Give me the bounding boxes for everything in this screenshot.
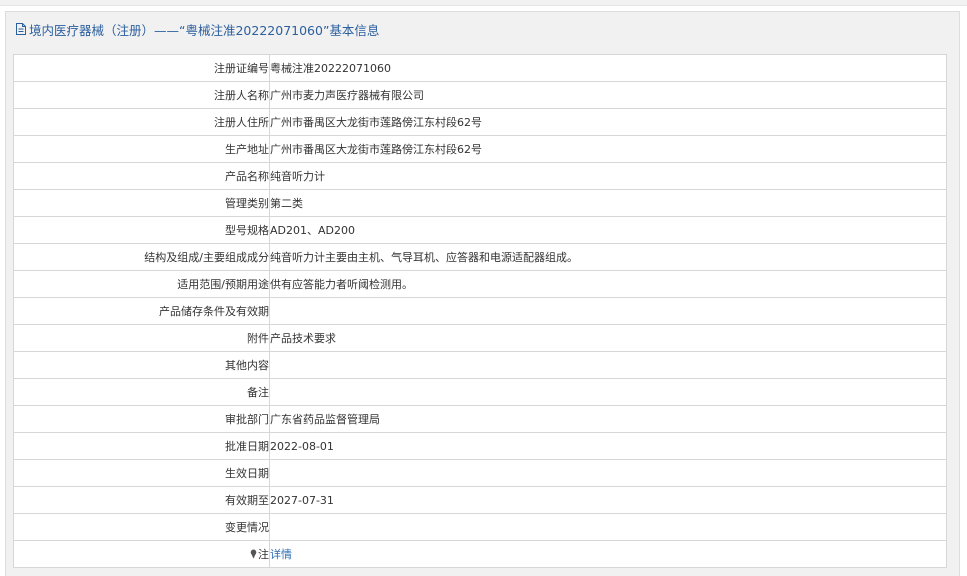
table-row: 管理类别 第二类 <box>13 189 947 217</box>
info-table: 注册证编号 粤械注准20222071060 注册人名称 广州市麦力声医疗器械有限公司注… <box>13 54 947 568</box>
row-label: 变更情况 <box>13 513 270 541</box>
row-label: 注册证编号 <box>13 54 270 82</box>
table-row: 批准日期 2022-08-01 <box>13 432 947 460</box>
row-value: AD201、AD200 <box>269 216 947 244</box>
row-label: 备注 <box>13 378 270 406</box>
row-value <box>269 378 947 406</box>
table-row: 审批部门 广东省药品监督管理局 <box>13 405 947 433</box>
row-value: 广州市麦力声医疗器械有限公司 <box>269 81 947 109</box>
page-title: 境内医疗器械（注册）——“粤械注准20222071060”基本信息 <box>29 22 380 38</box>
row-value <box>269 513 947 541</box>
row-value <box>269 459 947 487</box>
row-label: 附件 <box>13 324 270 352</box>
row-label: 型号规格 <box>13 216 270 244</box>
row-label: 注册人住所 <box>13 108 270 136</box>
row-label: 生产地址 <box>13 135 270 163</box>
table-row: 生效日期 <box>13 459 947 487</box>
row-label: 管理类别 <box>13 189 270 217</box>
row-value: 2022-08-01 <box>269 432 947 460</box>
table-row: 适用范围/预期用途 供有应答能力者听阈检测用。 <box>13 270 947 298</box>
row-value: 广东省药品监督管理局 <box>269 405 947 433</box>
top-bar <box>0 0 967 6</box>
row-value: 广州市番禺区大龙街市莲路傍江东村段62号 <box>269 108 947 136</box>
row-value: 纯音听力计主要由主机、气导耳机、应答器和电源适配器组成。 <box>269 243 947 271</box>
table-row: 生产地址 广州市番禺区大龙街市莲路傍江东村段62号 <box>13 135 947 163</box>
table-row-note: 注 详情 <box>13 540 947 568</box>
row-value: 粤械注准20222071060 <box>269 54 947 82</box>
table-row: 备注 <box>13 378 947 406</box>
row-value-note: 详情 <box>269 540 947 568</box>
row-value: 2027-07-31 <box>269 486 947 514</box>
table-row: 产品储存条件及有效期 <box>13 297 947 325</box>
row-label: 有效期至 <box>13 486 270 514</box>
row-label: 其他内容 <box>13 351 270 379</box>
details-link[interactable]: 详情 <box>271 548 293 561</box>
table-row: 注册证编号 粤械注准20222071060 <box>13 54 947 82</box>
row-label: 审批部门 <box>13 405 270 433</box>
table-row: 结构及组成/主要组成成分 纯音听力计主要由主机、气导耳机、应答器和电源适配器组成。 <box>13 243 947 271</box>
pin-icon <box>250 549 257 559</box>
table-row: 注册人住所 广州市番禺区大龙街市莲路傍江东村段62号 <box>13 108 947 136</box>
panel-header: 境内医疗器械（注册）——“粤械注准20222071060”基本信息 <box>6 12 959 46</box>
row-value: 供有应答能力者听阈检测用。 <box>269 270 947 298</box>
table-row: 产品名称 纯音听力计 <box>13 162 947 190</box>
table-row: 注册人名称 广州市麦力声医疗器械有限公司 <box>13 81 947 109</box>
row-label: 批准日期 <box>13 432 270 460</box>
row-value: 广州市番禺区大龙街市莲路傍江东村段62号 <box>269 135 947 163</box>
row-label: 注册人名称 <box>13 81 270 109</box>
row-label: 生效日期 <box>13 459 270 487</box>
document-icon <box>15 22 27 36</box>
row-label: 产品名称 <box>13 162 270 190</box>
row-label: 产品储存条件及有效期 <box>13 297 270 325</box>
table-row: 其他内容 <box>13 351 947 379</box>
table-row: 型号规格 AD201、AD200 <box>13 216 947 244</box>
table-row: 附件 产品技术要求 <box>13 324 947 352</box>
row-value: 产品技术要求 <box>269 324 947 352</box>
row-value: 第二类 <box>269 189 947 217</box>
row-value <box>269 351 947 379</box>
table-row: 变更情况 <box>13 513 947 541</box>
row-value: 纯音听力计 <box>269 162 947 190</box>
row-value <box>269 297 947 325</box>
row-label-note: 注 <box>13 540 270 568</box>
row-label: 结构及组成/主要组成成分 <box>13 243 270 271</box>
row-label: 适用范围/预期用途 <box>13 270 270 298</box>
table-row: 有效期至 2027-07-31 <box>13 486 947 514</box>
